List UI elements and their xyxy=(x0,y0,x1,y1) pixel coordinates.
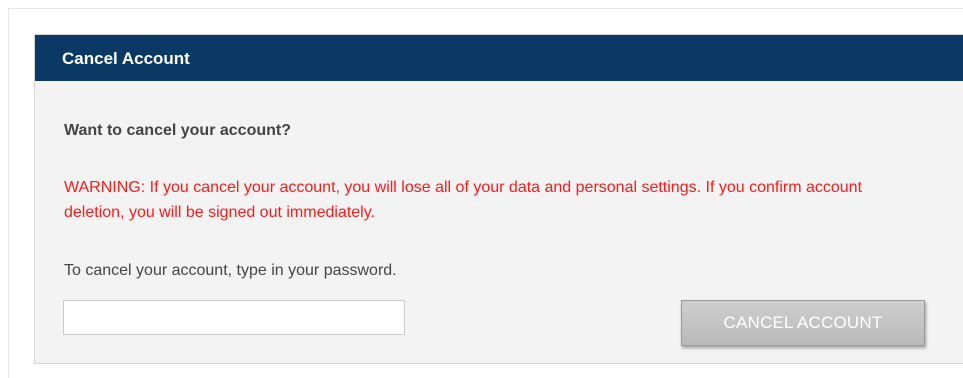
cancel-account-button[interactable]: CANCEL ACCOUNT xyxy=(681,300,925,346)
panel-header: Cancel Account xyxy=(35,35,963,81)
panel-body: Want to cancel your account? WARNING: If… xyxy=(35,81,963,364)
password-instruction: To cancel your account, type in your pas… xyxy=(64,262,397,279)
cancel-question: Want to cancel your account? xyxy=(64,122,291,139)
warning-message: WARNING: If you cancel your account, you… xyxy=(64,179,863,221)
password-input[interactable] xyxy=(63,300,405,335)
cancel-account-panel: Cancel Account Want to cancel your accou… xyxy=(34,34,963,364)
panel-title: Cancel Account xyxy=(62,49,190,68)
